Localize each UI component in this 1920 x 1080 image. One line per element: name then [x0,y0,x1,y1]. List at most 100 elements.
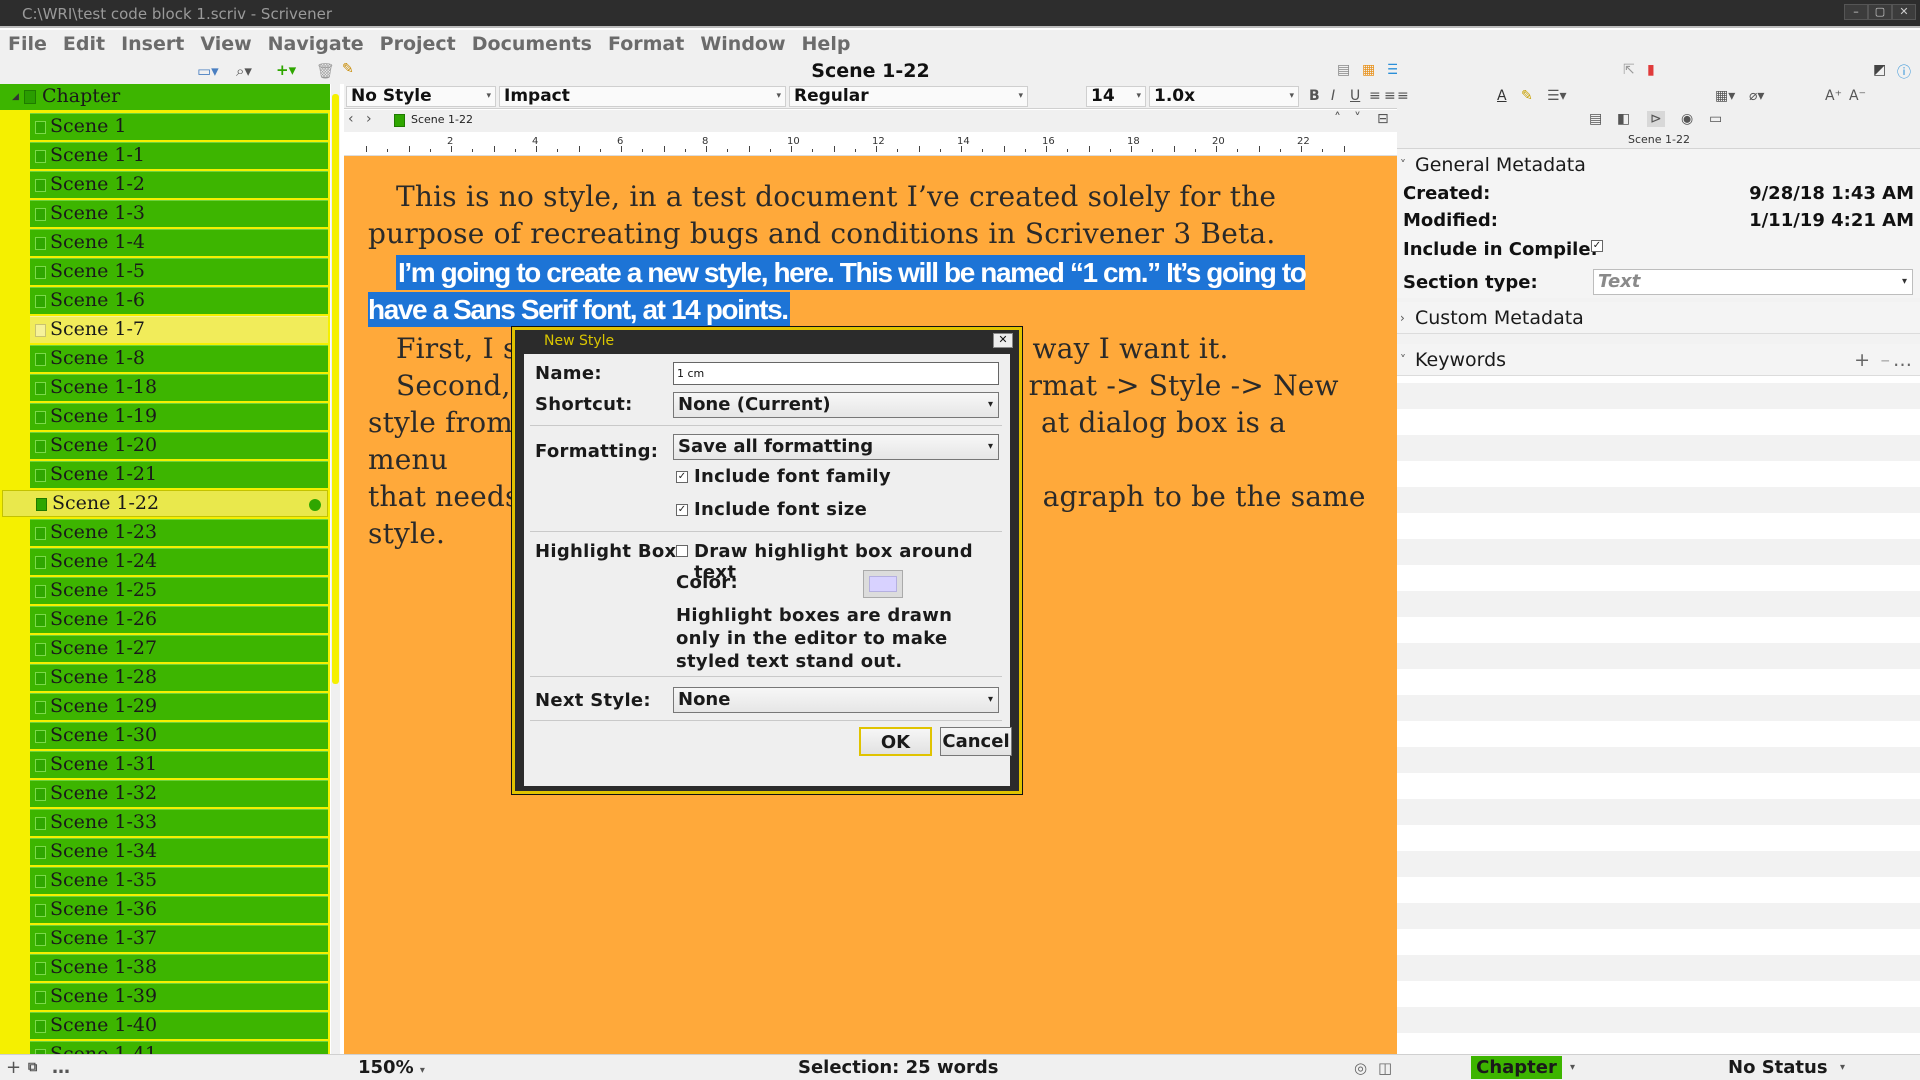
font-select[interactable]: Impact ▾ [499,86,786,107]
close-window-icon[interactable]: ✕ [1892,4,1916,20]
style-select[interactable]: No Style ▾ [346,86,496,107]
editor-breadcrumb[interactable]: Scene 1-22 [411,113,473,126]
binder-item[interactable]: Scene 1-22 [2,490,328,517]
attachment-icon[interactable]: ⌀▾ [1749,88,1764,104]
comment-icon[interactable]: ◫ [1378,1057,1392,1079]
more-icon[interactable]: … [1893,344,1912,376]
binder-item[interactable]: Scene 1-39 [30,983,328,1010]
cancel-button[interactable]: Cancel [940,727,1012,756]
binder-item[interactable]: Scene 1-28 [30,664,328,691]
up-arrow-icon[interactable]: ˄ [1334,111,1341,127]
binder-item[interactable]: Scene 1-27 [30,635,328,662]
bookmark-icon[interactable]: ▮ [1647,62,1655,78]
binder-item[interactable]: Scene 1-35 [30,867,328,894]
font-color-icon[interactable]: A [1497,88,1507,104]
bookmarks-tab-icon[interactable]: ◧ [1617,111,1630,127]
include-compile-checkbox[interactable]: ✓ [1591,240,1603,252]
remove-keyword-icon[interactable]: – [1881,344,1891,376]
name-input[interactable]: 1 cm [673,362,999,385]
more-icon[interactable]: … [52,1057,70,1079]
binder-item[interactable]: Scene 1-19 [30,403,328,430]
trash-icon[interactable]: 🗑 [316,62,335,80]
color-swatch[interactable] [863,570,903,598]
align-left-icon[interactable]: ≡ [1369,88,1381,104]
table-icon[interactable]: ▦▾ [1715,88,1735,104]
single-view-icon[interactable]: ▤ [1337,62,1350,78]
add-keyword-icon[interactable]: + [1854,344,1870,376]
forward-arrow-icon[interactable]: › [366,111,372,127]
compose-icon[interactable]: ◩ [1873,62,1886,78]
list-icon[interactable]: ☰▾ [1547,88,1567,104]
align-center-icon[interactable]: ≡ [1384,88,1396,104]
binder-item[interactable]: Scene 1-30 [30,722,328,749]
binder-item[interactable]: Scene 1-40 [30,1012,328,1039]
menu-insert[interactable]: Insert [121,33,184,55]
target-icon[interactable]: ◎ [1354,1057,1367,1079]
new-folder-icon[interactable]: ⧉ [28,1057,37,1079]
status-select[interactable]: No Status [1728,1057,1828,1079]
menu-window[interactable]: Window [700,33,785,55]
label-badge[interactable]: Chapter [1471,1056,1562,1079]
share-icon[interactable]: ⇱ [1623,62,1635,78]
menu-navigate[interactable]: Navigate [268,33,364,55]
menu-help[interactable]: Help [802,33,851,55]
include-family-checkbox[interactable]: ✓ [676,471,688,483]
include-family-label[interactable]: Include font family [694,466,891,487]
bold-button[interactable]: B [1309,88,1320,104]
status-dropdown-arrow[interactable]: ▾ [1840,1057,1845,1079]
section-type-select[interactable]: Text ▾ [1593,269,1913,295]
metadata-tab-icon[interactable]: ⊳ [1647,111,1665,127]
minimize-icon[interactable]: – [1844,4,1868,20]
highlight-box-option[interactable]: Draw highlight box around text [694,541,1010,583]
scrollbar-thumb[interactable] [332,94,339,684]
binder-item[interactable]: Scene 1-5 [30,258,328,285]
comments-tab-icon[interactable]: ▭ [1709,111,1722,127]
info-icon[interactable]: ⓘ [1897,62,1911,82]
binder-item[interactable]: Scene 1 [30,113,328,140]
binder-item[interactable]: Scene 1-37 [30,925,328,952]
label-dropdown-arrow[interactable]: ▾ [1570,1057,1575,1079]
binder-item[interactable]: Scene 1-26 [30,606,328,633]
keywords-header[interactable]: ˅ Keywords + – … [1397,344,1920,376]
add-icon[interactable]: + [6,1057,21,1079]
notes-tab-icon[interactable]: ▤ [1589,111,1602,127]
maximize-icon[interactable]: ▢ [1868,4,1892,20]
font-smaller-icon[interactable]: A⁻ [1849,88,1866,104]
font-larger-icon[interactable]: A⁺ [1825,88,1842,104]
general-metadata-header[interactable]: ˅ General Metadata [1397,149,1920,181]
expand-triangle-icon[interactable]: ◢ [12,92,19,102]
include-size-checkbox[interactable]: ✓ [676,504,688,516]
menu-format[interactable]: Format [608,33,684,55]
binder-item[interactable]: Scene 1-18 [30,374,328,401]
menu-documents[interactable]: Documents [472,33,592,55]
snapshots-tab-icon[interactable]: ◉ [1681,111,1693,127]
spacing-select[interactable]: 1.0x ▾ [1149,86,1299,107]
binder-item[interactable]: Scene 1-7 [30,316,328,343]
corkboard-icon[interactable]: ▦ [1362,62,1375,78]
binder-item[interactable]: Scene 1-25 [30,577,328,604]
back-arrow-icon[interactable]: ‹ [348,111,354,127]
binder-item[interactable]: Scene 1-31 [30,751,328,778]
menu-file[interactable]: File [8,33,47,55]
binder-item[interactable]: Scene 1-41 [30,1041,328,1054]
binder-item[interactable]: Scene 1-33 [30,809,328,836]
binder-item[interactable]: Scene 1-24 [30,548,328,575]
paragraph[interactable]: I’m going to create a new style, here. T… [368,254,1368,328]
binder-item[interactable]: Scene 1-3 [30,200,328,227]
binder-item[interactable]: Scene 1-2 [30,171,328,198]
underline-button[interactable]: U [1350,88,1360,104]
ruler[interactable]: 2 4 6 8 10 12 14 16 18 20 22 [344,132,1397,156]
binder-item[interactable]: Scene 1-6 [30,287,328,314]
zoom-select[interactable]: 150% ▾ [358,1057,425,1080]
menu-edit[interactable]: Edit [63,33,105,55]
split-icon[interactable]: ⊟ [1377,111,1389,127]
binder-item[interactable]: Scene 1-32 [30,780,328,807]
binder-view-icon[interactable]: ▭▾ [197,62,219,80]
custom-metadata-header[interactable]: › Custom Metadata [1397,302,1920,334]
highlight-icon[interactable]: ✎ [1521,88,1533,104]
binder-item[interactable]: Scene 1-8 [30,345,328,372]
binder-item[interactable]: Scene 1-23 [30,519,328,546]
next-style-select[interactable]: None ▾ [673,687,999,713]
selected-text[interactable]: I’m going to create a new style, here. T… [368,255,1307,327]
binder-item-chapter[interactable]: ◢ Chapter [0,84,330,110]
